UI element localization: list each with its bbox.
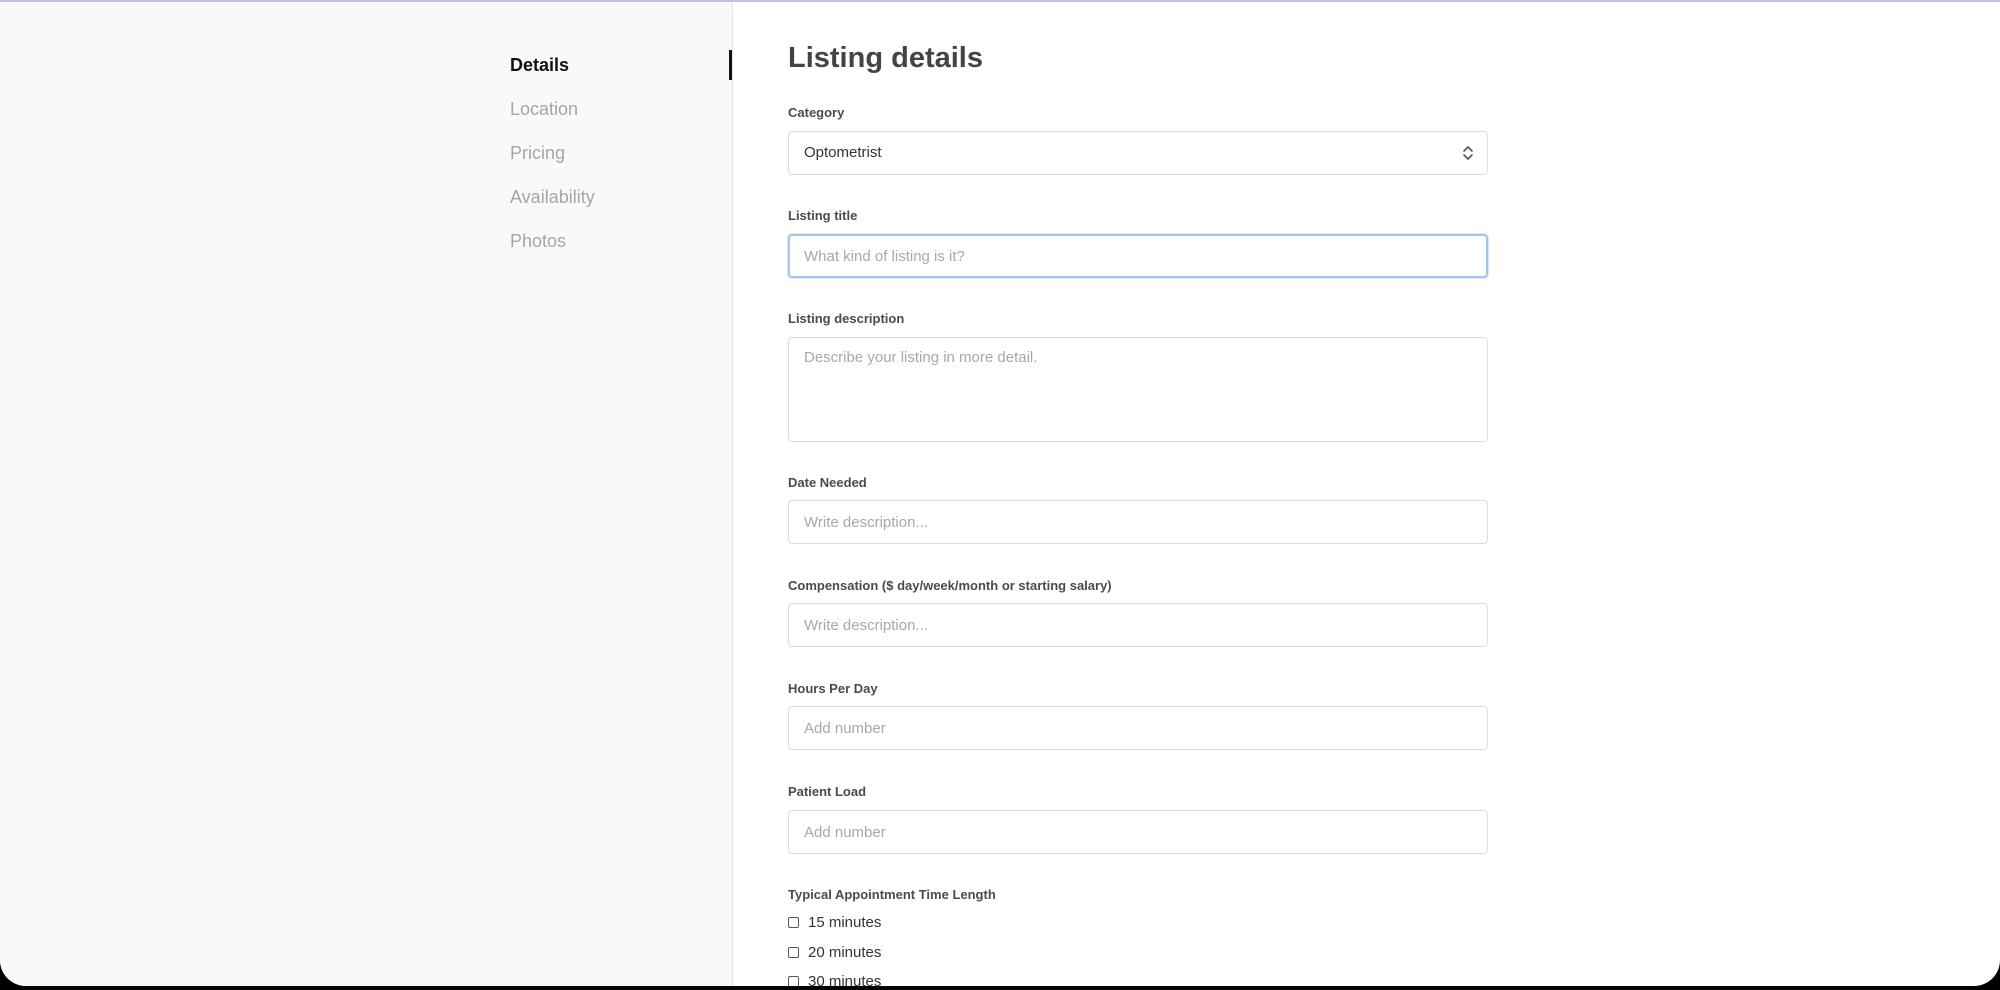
sidebar: Details Location Pricing Availability Ph… <box>0 2 733 986</box>
section-nav: Details Location Pricing Availability Ph… <box>510 48 732 268</box>
listing-description-label: Listing description <box>788 311 905 326</box>
chevron-up-down-icon <box>1463 146 1473 160</box>
device-frame: Details Location Pricing Availability Ph… <box>0 0 2000 990</box>
listing-description-textarea[interactable] <box>788 337 1488 442</box>
app-window: Details Location Pricing Availability Ph… <box>0 0 2000 986</box>
checkbox-label: 15 minutes <box>808 913 882 931</box>
hours-per-day-input[interactable] <box>788 706 1488 750</box>
sidebar-item-photos[interactable]: Photos <box>510 224 732 268</box>
checkbox-option-15-minutes[interactable]: 15 minutes <box>788 911 881 933</box>
listing-title-input[interactable] <box>788 234 1488 278</box>
listing-title-label: Listing title <box>788 208 858 223</box>
date-needed-input[interactable] <box>788 500 1488 544</box>
appointment-length-label: Typical Appointment Time Length <box>788 887 996 902</box>
hours-per-day-label: Hours Per Day <box>788 681 878 696</box>
page-title: Listing details <box>788 42 983 74</box>
checkbox-label: 20 minutes <box>808 943 882 961</box>
checkbox[interactable] <box>788 946 799 958</box>
checkbox[interactable] <box>788 916 799 928</box>
category-selected-value: Optometrist <box>804 144 882 161</box>
sidebar-item-availability[interactable]: Availability <box>510 180 732 224</box>
checkbox-option-20-minutes[interactable]: 20 minutes <box>788 941 881 963</box>
compensation-label: Compensation ($ day/week/month or starti… <box>788 578 1112 593</box>
category-select[interactable]: Optometrist <box>788 131 1488 175</box>
date-needed-label: Date Needed <box>788 475 867 490</box>
compensation-input[interactable] <box>788 603 1488 647</box>
patient-load-input[interactable] <box>788 810 1488 854</box>
sidebar-item-pricing[interactable]: Pricing <box>510 136 732 180</box>
category-label: Category <box>788 105 845 120</box>
checkbox-option-30-minutes[interactable]: 30 minutes <box>788 970 881 986</box>
patient-load-label: Patient Load <box>788 784 867 799</box>
checkbox[interactable] <box>788 975 799 986</box>
checkbox-label: 30 minutes <box>808 972 882 987</box>
sidebar-item-details[interactable]: Details <box>510 48 732 92</box>
sidebar-item-location[interactable]: Location <box>510 92 732 136</box>
